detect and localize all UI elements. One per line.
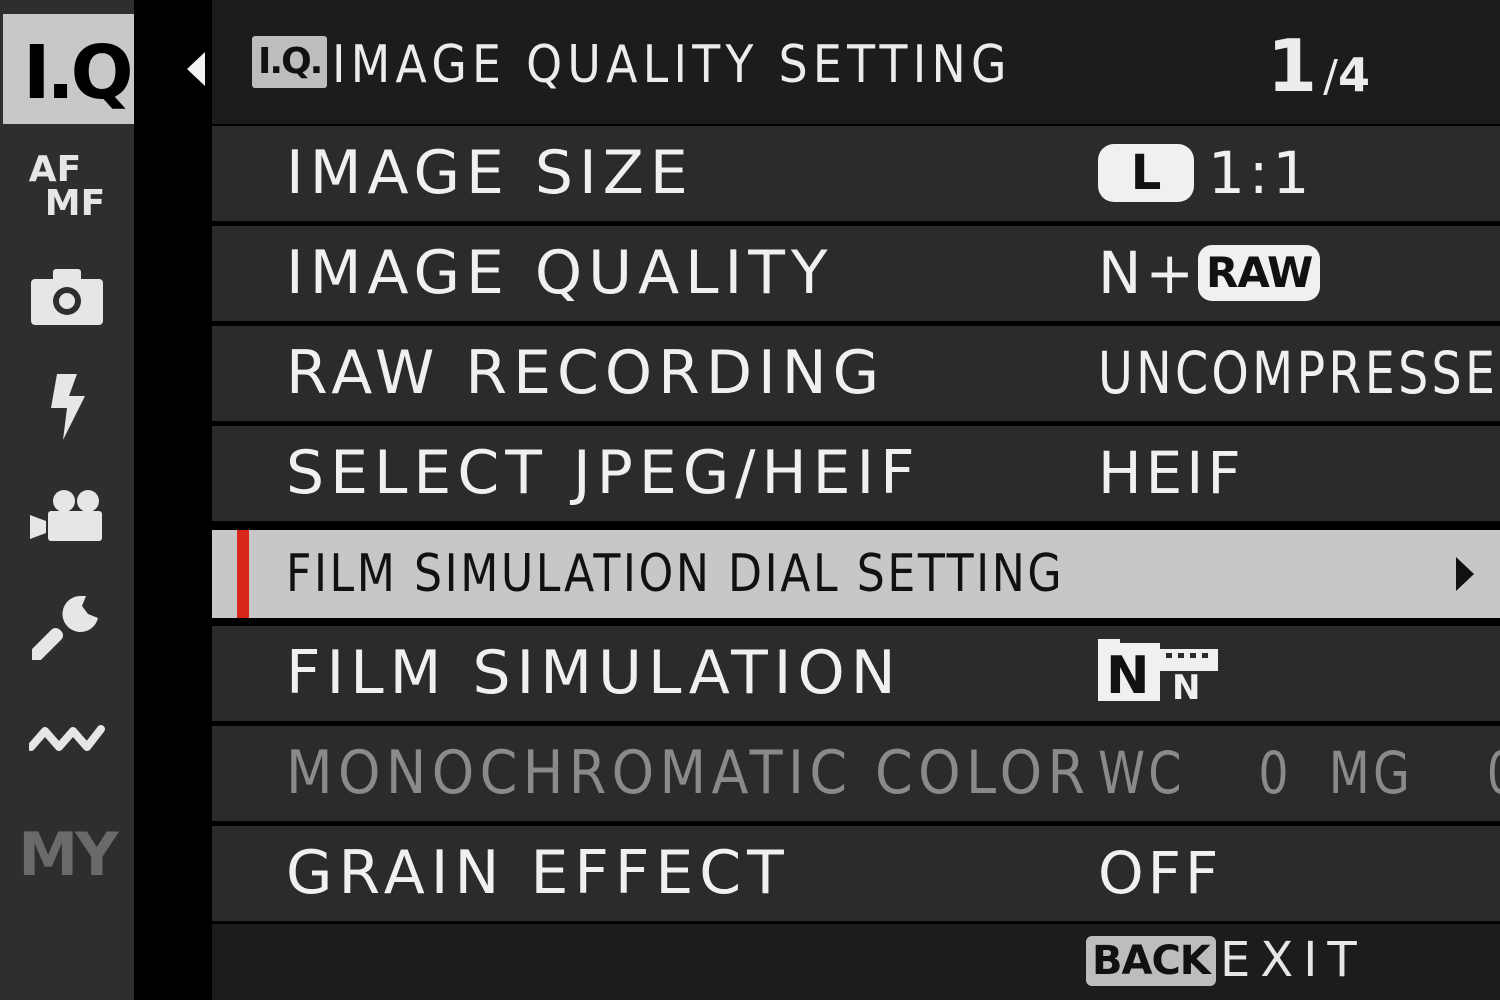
menu-item-label: GRAIN EFFECT bbox=[286, 838, 790, 908]
menu-item-value: WC 0 MG 0 bbox=[1098, 726, 1500, 821]
wrench-icon bbox=[32, 596, 98, 660]
flash-icon bbox=[51, 374, 85, 440]
menu-item-label: IMAGE SIZE bbox=[286, 138, 694, 208]
menu-item-value: L 1:1 bbox=[1098, 126, 1313, 221]
size-l-badge: L bbox=[1098, 143, 1194, 202]
submenu-arrow-icon bbox=[1456, 557, 1474, 591]
menu-item-image-quality[interactable]: IMAGE QUALITY N+ RAW bbox=[212, 226, 1500, 325]
menu-header: I.Q. IMAGE QUALITY SETTING 1/4 bbox=[212, 0, 1500, 124]
selection-marker bbox=[237, 530, 249, 618]
sidebar-tab-connection[interactable] bbox=[0, 682, 134, 792]
page-title: IMAGE QUALITY SETTING bbox=[332, 35, 1012, 95]
quality-value: N+ bbox=[1098, 239, 1198, 307]
menu-item-image-size[interactable]: IMAGE SIZE L 1:1 bbox=[212, 126, 1500, 225]
menu-item-value: N N bbox=[1098, 626, 1220, 721]
raw-recording-value: UNCOMPRESSED bbox=[1098, 339, 1500, 407]
monochromatic-label-text: MONOCHROMATIC COLOR bbox=[286, 738, 1091, 808]
sidebar-tab-flash[interactable] bbox=[0, 352, 134, 462]
movie-icon bbox=[30, 490, 102, 541]
menu-item-raw-recording[interactable]: RAW RECORDING UNCOMPRESSED bbox=[212, 326, 1500, 425]
page-current: 1 bbox=[1267, 24, 1318, 108]
monochromatic-value-text: WC 0 MG 0 bbox=[1098, 739, 1500, 807]
mf-label: MF bbox=[44, 183, 106, 224]
sidebar-gap bbox=[134, 0, 212, 1000]
menu-item-label: SELECT JPEG/HEIF bbox=[286, 438, 921, 508]
menu-item-film-simulation[interactable]: FILM SIMULATION N N bbox=[212, 626, 1500, 725]
image-quality-badge-icon: I.Q. bbox=[252, 36, 328, 88]
menu-item-label: RAW RECORDING bbox=[286, 338, 886, 408]
menu-item-label: FILM SIMULATION bbox=[286, 638, 902, 708]
page-indicator: 1/4 bbox=[1267, 24, 1370, 108]
menu-item-monochromatic-color[interactable]: MONOCHROMATIC COLOR WC 0 MG 0 bbox=[212, 726, 1500, 825]
menu-item-label: IMAGE QUALITY bbox=[286, 238, 834, 308]
page-separator: / bbox=[1323, 51, 1338, 102]
sidebar-tab-my-menu[interactable]: MY bbox=[0, 800, 134, 910]
film-icon-small-letter: N bbox=[1172, 668, 1204, 703]
page-total: 4 bbox=[1337, 48, 1370, 102]
menu-item-grain-effect[interactable]: GRAIN EFFECT OFF bbox=[212, 826, 1500, 925]
camera-icon bbox=[31, 269, 103, 325]
af-mf-icon: AF MF bbox=[28, 149, 106, 224]
sidebar-tab-movie[interactable] bbox=[0, 462, 134, 572]
sidebar-tab-setup[interactable] bbox=[0, 572, 134, 682]
film-simulation-n-icon: N N bbox=[1098, 638, 1218, 703]
back-button-icon[interactable]: BACK bbox=[1086, 936, 1216, 986]
sidebar-tab-af-mf[interactable]: AF MF bbox=[0, 132, 134, 242]
sidebar-menu: I.Q. AF MF MY bbox=[0, 0, 180, 1000]
menu-item-label: MONOCHROMATIC COLOR bbox=[286, 726, 1180, 821]
menu-item-film-simulation-dial-setting[interactable]: FILM SIMULATION DIAL SETTING bbox=[212, 530, 1500, 622]
menu-item-select-jpeg-heif[interactable]: SELECT JPEG/HEIF HEIF bbox=[212, 426, 1500, 525]
sidebar-tab-shooting[interactable] bbox=[0, 242, 134, 352]
connection-icon bbox=[29, 725, 105, 751]
raw-badge: RAW bbox=[1197, 244, 1321, 301]
menu-item-label: FILM SIMULATION DIAL SETTING bbox=[286, 544, 1065, 604]
menu-item-value: N+ RAW bbox=[1098, 226, 1321, 321]
af-label: AF bbox=[28, 149, 82, 190]
exit-label: EXIT bbox=[1220, 932, 1367, 988]
film-icon-big-letter: N bbox=[1106, 646, 1154, 703]
menu-item-value: UNCOMPRESSED bbox=[1098, 326, 1500, 421]
menu-footer: BACK EXIT bbox=[212, 924, 1500, 1000]
menu-item-value: HEIF bbox=[1098, 439, 1245, 507]
my-menu-icon: MY bbox=[18, 820, 118, 890]
aspect-ratio-value: 1:1 bbox=[1208, 139, 1314, 207]
menu-item-value: OFF bbox=[1098, 839, 1223, 907]
active-tab-pointer-icon bbox=[187, 52, 205, 86]
